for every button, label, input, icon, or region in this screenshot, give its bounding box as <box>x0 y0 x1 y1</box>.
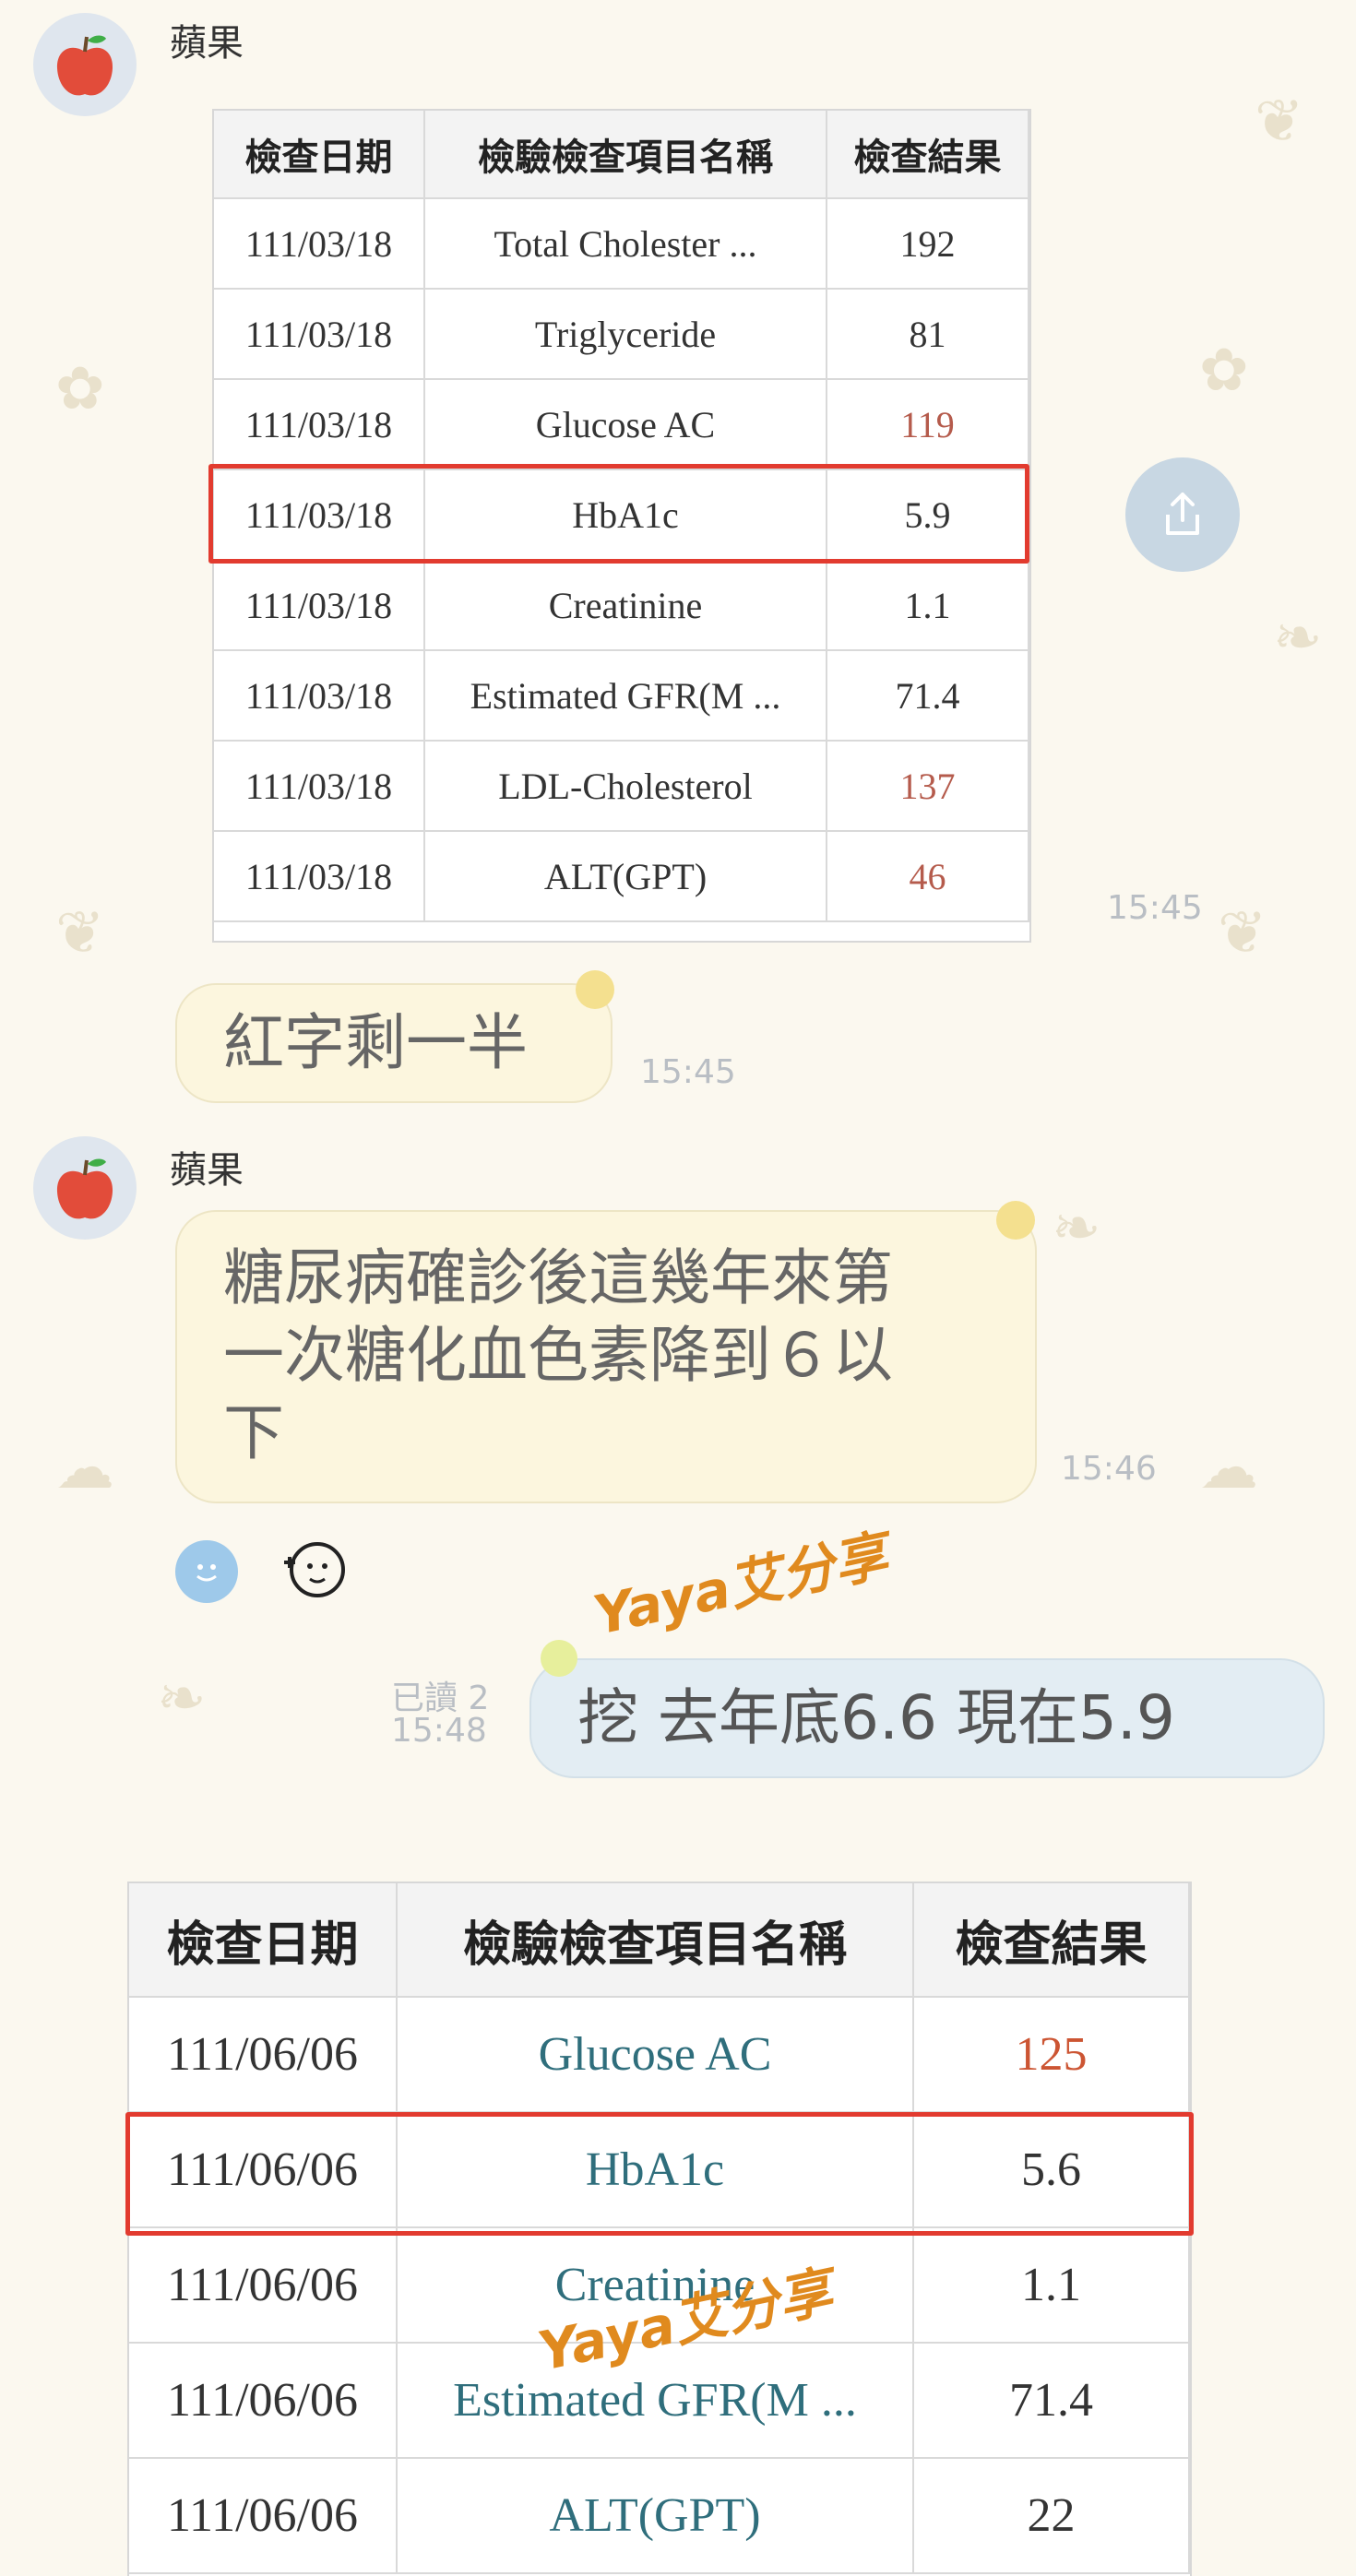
highlight-box-hba1c <box>125 2112 1194 2236</box>
avatar[interactable] <box>33 1136 137 1240</box>
avatar[interactable] <box>33 13 137 116</box>
timestamp: 15:46 <box>1061 1450 1157 1488</box>
cell-result: 71.4 <box>913 2343 1190 2459</box>
sender-name: 蘋果 <box>170 1149 244 1192</box>
cell-item: ALT(GPT) <box>397 2458 914 2574</box>
message-bubble[interactable]: 紅字剩一半 <box>175 983 613 1103</box>
apple-icon <box>56 35 113 96</box>
doodle-leaf-icon: ❦ <box>1218 899 1267 967</box>
cell-result: 46 <box>827 831 1029 922</box>
doodle-fish-icon: ✿ <box>55 355 105 423</box>
message-text-line: 糖尿病確診後這幾年來第 <box>223 1242 893 1313</box>
share-icon <box>1166 493 1199 535</box>
header-date: 檢查日期 <box>214 111 425 199</box>
cell-result: 137 <box>827 741 1029 832</box>
bubble-sticker-icon <box>541 1640 577 1677</box>
message-text-line: 一次糖化血色素降到６以 <box>223 1320 893 1391</box>
table-row: 111/03/18 Glucose AC 119 <box>214 379 1029 470</box>
doodle-leaf-icon: ❦ <box>55 899 105 967</box>
timestamp: 15:45 <box>640 1053 736 1091</box>
header-item: 檢驗檢查項目名稱 <box>397 1883 914 1998</box>
timestamp: 15:45 <box>1107 889 1203 927</box>
table-row: 111/06/06 ALT(GPT) 22 <box>129 2458 1190 2574</box>
header-result: 檢查結果 <box>827 111 1029 199</box>
table-row: 111/03/18 Creatinine 1.1 <box>214 560 1029 651</box>
cell-date: 111/03/18 <box>214 650 425 742</box>
table-row: 111/06/06 Glucose AC 125 <box>129 1997 1190 2113</box>
message-bubble[interactable]: 糖尿病確診後這幾年來第 一次糖化血色素降到６以 下 <box>175 1210 1037 1503</box>
doodle-bread-icon: ☁ <box>55 1434 114 1502</box>
bubble-sticker-icon <box>996 1201 1035 1240</box>
cell-result: 81 <box>827 289 1029 380</box>
doodle-wheat-icon: ❧ <box>1052 1194 1101 1263</box>
apple-icon <box>56 1158 113 1219</box>
table-row: 111/03/18 ALT(GPT) 46 <box>214 831 1029 922</box>
cell-date: 111/03/18 <box>214 560 425 651</box>
cell-result: 71.4 <box>827 650 1029 742</box>
sender-name: 蘋果 <box>170 22 244 65</box>
cell-date: 111/03/18 <box>214 831 425 922</box>
message-text: 挖 去年底6.6 現在5.9 <box>577 1682 1175 1753</box>
cell-date: 111/06/06 <box>129 2227 398 2344</box>
cell-date: 111/06/06 <box>129 2458 398 2574</box>
doodle-fish-icon: ✿ <box>1199 337 1249 405</box>
cell-date: 111/03/18 <box>214 741 425 832</box>
cell-result: 192 <box>827 198 1029 290</box>
cell-result: 22 <box>913 2458 1190 2574</box>
bubble-sticker-icon <box>576 970 614 1009</box>
share-button[interactable] <box>1125 457 1240 572</box>
cell-date: 111/03/18 <box>214 198 425 290</box>
cell-item: Estimated GFR(M ... <box>424 650 827 742</box>
cell-date: 111/06/06 <box>129 1997 398 2113</box>
cell-result: 1.1 <box>913 2227 1190 2344</box>
table-row: 111/03/18 Triglyceride 81 <box>214 289 1029 380</box>
watermark: Yaya艾分享 <box>588 1524 893 1647</box>
doodle-wheat-icon: ❧ <box>157 1665 207 1733</box>
cell-item: Glucose AC <box>397 1997 914 2113</box>
cell-item: Glucose AC <box>424 379 827 470</box>
cell-date: 111/03/18 <box>214 379 425 470</box>
cell-date: 111/03/18 <box>214 289 425 380</box>
header-item: 檢驗檢查項目名稱 <box>424 111 827 199</box>
header-date: 檢查日期 <box>129 1883 398 1998</box>
cell-item: Triglyceride <box>424 289 827 380</box>
header-result: 檢查結果 <box>913 1883 1190 1998</box>
timestamp: 15:48 <box>391 1712 487 1750</box>
cell-item: Creatinine <box>424 560 827 651</box>
add-reaction-icon[interactable] <box>277 1535 354 1607</box>
cell-result: 125 <box>913 1997 1190 2113</box>
cell-date: 111/06/06 <box>129 2343 398 2459</box>
cell-result: 1.1 <box>827 560 1029 651</box>
table-row: 111/03/18 Estimated GFR(M ... 71.4 <box>214 650 1029 742</box>
highlight-box-hba1c <box>208 464 1029 564</box>
cell-item: ALT(GPT) <box>424 831 827 922</box>
my-message-bubble[interactable]: 挖 去年底6.6 現在5.9 <box>529 1658 1325 1778</box>
table-header-row: 檢查日期 檢驗檢查項目名稱 檢查結果 <box>214 111 1029 199</box>
smiley-reaction-icon[interactable] <box>175 1540 238 1603</box>
doodle-leaf-icon: ❦ <box>1255 88 1304 156</box>
cell-item: Total Cholester ... <box>424 198 827 290</box>
message-text-line: 下 <box>223 1397 284 1468</box>
cell-result: 119 <box>827 379 1029 470</box>
cell-item: LDL-Cholesterol <box>424 741 827 832</box>
table-row: 111/03/18 Total Cholester ... 192 <box>214 198 1029 290</box>
table-row: 111/03/18 LDL-Cholesterol 137 <box>214 741 1029 832</box>
table-header-row: 檢查日期 檢驗檢查項目名稱 檢查結果 <box>129 1883 1190 1998</box>
doodle-wheat-icon: ❧ <box>1273 604 1323 672</box>
message-text: 紅字剩一半 <box>223 1007 528 1078</box>
doodle-bread-icon: ☁ <box>1199 1434 1258 1502</box>
